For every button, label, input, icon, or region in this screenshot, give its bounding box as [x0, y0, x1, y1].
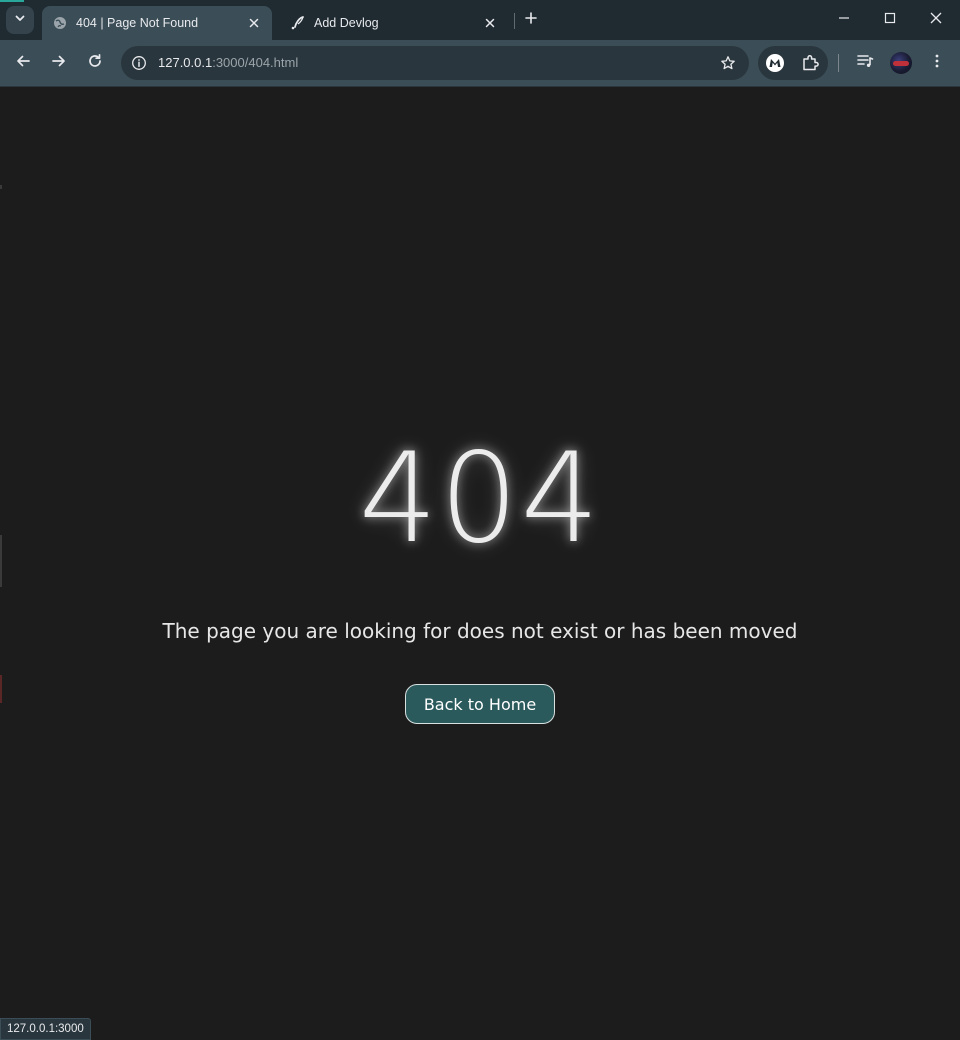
browser-window: 404 | Page Not Found Add Devlog 127.0.0.…	[0, 0, 960, 1040]
avatar[interactable]	[890, 52, 912, 74]
kebab-menu-icon	[929, 53, 945, 74]
extensions-group	[758, 46, 828, 80]
tab-search-button[interactable]	[6, 6, 34, 34]
toolbar-divider	[838, 54, 839, 72]
browser-toolbar: 127.0.0.1:3000/404.html	[0, 40, 960, 87]
address-bar[interactable]: 127.0.0.1:3000/404.html	[121, 46, 749, 80]
new-tab-button[interactable]	[520, 9, 542, 31]
scroll-marker	[0, 185, 2, 189]
maximize-button[interactable]	[876, 6, 904, 34]
minimize-button[interactable]	[830, 6, 858, 34]
back-arrow-icon	[15, 53, 31, 74]
maximize-icon	[884, 11, 896, 29]
puzzle-icon[interactable]	[800, 53, 820, 73]
forward-arrow-icon	[51, 53, 67, 74]
globe-icon	[52, 15, 68, 31]
back-button[interactable]	[9, 49, 37, 77]
reload-icon	[87, 53, 103, 74]
close-icon[interactable]	[246, 15, 262, 31]
media-control-button[interactable]	[851, 49, 879, 77]
page-viewport: 404 The page you are looking for does no…	[0, 87, 960, 1040]
close-icon	[930, 11, 942, 29]
chevron-down-icon	[14, 11, 26, 29]
scroll-marker	[0, 675, 2, 703]
url-host: 127.0.0.1	[158, 55, 213, 70]
back-to-home-button[interactable]: Back to Home	[405, 684, 555, 724]
minimize-icon	[838, 11, 850, 29]
tab-strip: 404 | Page Not Found Add Devlog	[0, 0, 960, 40]
info-icon[interactable]	[130, 54, 148, 72]
star-icon[interactable]	[719, 54, 737, 72]
status-bar-url: 127.0.0.1:3000	[0, 1018, 91, 1040]
plus-icon	[525, 11, 537, 29]
tab-divider	[514, 13, 515, 29]
accent-mark	[0, 0, 24, 2]
malwarebytes-icon[interactable]	[765, 53, 785, 73]
window-close-button[interactable]	[922, 6, 950, 34]
tab-page-not-found[interactable]: 404 | Page Not Found	[42, 6, 272, 40]
browser-menu-button[interactable]	[923, 49, 951, 77]
forward-button[interactable]	[45, 49, 73, 77]
url-path: :3000/404.html	[212, 55, 299, 70]
quill-icon	[290, 15, 306, 31]
error-message: The page you are looking for does not ex…	[162, 619, 798, 643]
tab-title: Add Devlog	[314, 16, 379, 30]
close-icon[interactable]	[482, 15, 498, 31]
error-code: 404	[358, 427, 602, 571]
url-text: 127.0.0.1:3000/404.html	[158, 55, 298, 70]
media-queue-icon	[856, 52, 874, 75]
tab-add-devlog[interactable]: Add Devlog	[280, 6, 508, 40]
reload-button[interactable]	[81, 49, 109, 77]
tab-title: 404 | Page Not Found	[76, 16, 199, 30]
